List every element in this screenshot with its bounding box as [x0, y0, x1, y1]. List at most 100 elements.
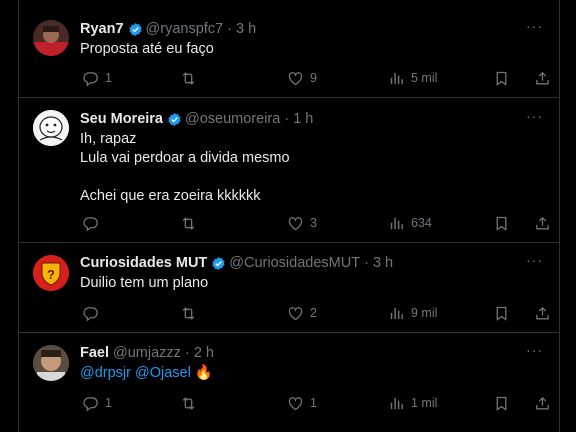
author-handle[interactable]: @CuriosidadesMUT — [229, 255, 360, 271]
avatar-image — [33, 20, 69, 56]
author-name[interactable]: Ryan7 — [80, 21, 124, 37]
tweet-text: @drpsjr @Ojasel 🔥 — [80, 364, 213, 383]
share-button[interactable] — [534, 213, 551, 233]
views-icon — [388, 70, 405, 87]
mention-link[interactable]: @drpsjr — [80, 365, 131, 381]
author-name[interactable]: Curiosidades MUT — [80, 255, 207, 271]
verified-badge-icon — [167, 112, 182, 127]
reply-button[interactable] — [82, 213, 99, 233]
avatar[interactable] — [33, 20, 69, 56]
tweet[interactable]: ? Curiosidades MUT @CuriosidadesMUT · 3 … — [19, 243, 559, 333]
timeline-feed: Ryan7 @ryanspfc7 · 3 h ··· Proposta até … — [18, 0, 560, 432]
share-icon — [534, 70, 551, 87]
avatar-image — [33, 110, 69, 146]
retweet-icon — [180, 305, 197, 322]
separator-dot: · — [223, 21, 237, 37]
views-button[interactable]: 9 mil — [388, 303, 437, 323]
like-button[interactable]: 2 — [287, 303, 317, 323]
tweet-time[interactable]: 3 h — [373, 255, 393, 271]
retweet-button[interactable] — [180, 393, 197, 413]
bookmark-icon — [493, 215, 510, 232]
share-icon — [534, 305, 551, 322]
bookmark-button[interactable] — [493, 213, 510, 233]
view-count: 9 mil — [411, 306, 438, 320]
bookmark-icon — [493, 70, 510, 87]
like-count: 1 — [310, 396, 317, 410]
reply-icon — [82, 305, 99, 322]
views-button[interactable]: 1 mil — [388, 393, 437, 413]
like-button[interactable]: 1 — [287, 393, 317, 413]
bookmark-button[interactable] — [493, 303, 510, 323]
bookmark-button[interactable] — [493, 393, 510, 413]
more-icon[interactable]: ··· — [526, 108, 543, 124]
view-count: 634 — [411, 216, 432, 230]
reply-button[interactable]: 1 — [82, 393, 112, 413]
share-button[interactable] — [534, 68, 551, 88]
tweet-actions: 1 9 5 mil — [74, 68, 554, 88]
bookmark-icon — [493, 305, 510, 322]
share-icon — [534, 215, 551, 232]
retweet-button[interactable] — [180, 213, 197, 233]
like-icon — [287, 215, 304, 232]
views-icon — [388, 305, 405, 322]
author-name[interactable]: Seu Moreira — [80, 111, 163, 127]
tweet[interactable]: Fael @umjazzz · 2 h ··· @drpsjr @Ojasel … — [19, 333, 559, 432]
like-count: 2 — [310, 306, 317, 320]
avatar[interactable] — [33, 345, 69, 381]
retweet-button[interactable] — [180, 303, 197, 323]
tweet-text: Ih, rapaz Lula vai perdoar a divida mesm… — [80, 131, 290, 204]
reply-icon — [82, 70, 99, 87]
avatar-image — [33, 345, 69, 381]
share-button[interactable] — [534, 393, 551, 413]
reply-count: 1 — [105, 396, 112, 410]
tweet-time[interactable]: 3 h — [236, 21, 256, 37]
bookmark-icon — [493, 395, 510, 412]
views-icon — [388, 395, 405, 412]
tweet-actions: 3 634 — [74, 213, 554, 233]
retweet-icon — [180, 395, 197, 412]
tweet-text: Duilio tem um plano — [80, 275, 209, 291]
reply-button[interactable] — [82, 303, 99, 323]
bookmark-button[interactable] — [493, 68, 510, 88]
views-button[interactable]: 5 mil — [388, 68, 437, 88]
tweet[interactable]: Ryan7 @ryanspfc7 · 3 h ··· Proposta até … — [19, 0, 559, 98]
verified-badge-icon — [128, 22, 143, 37]
svg-text:?: ? — [47, 267, 55, 282]
author-handle[interactable]: @ryanspfc7 — [146, 21, 224, 37]
like-count: 3 — [310, 216, 317, 230]
views-icon — [388, 215, 405, 232]
like-icon — [287, 395, 304, 412]
author-handle[interactable]: @oseumoreira — [185, 111, 280, 127]
separator-dot: · — [180, 345, 194, 361]
view-count: 5 mil — [411, 71, 438, 85]
mention-link[interactable]: @Ojasel — [135, 365, 191, 381]
separator-dot: · — [360, 255, 373, 271]
fire-emoji: 🔥 — [194, 365, 213, 381]
author-name[interactable]: Fael — [80, 345, 109, 361]
more-icon[interactable]: ··· — [526, 342, 543, 358]
retweet-icon — [180, 215, 197, 232]
avatar-image: ? — [33, 255, 69, 291]
view-count: 1 mil — [411, 396, 438, 410]
separator-dot: · — [280, 111, 294, 127]
tweet-time[interactable]: 2 h — [194, 345, 214, 361]
avatar[interactable] — [33, 110, 69, 146]
tweet-text: Proposta até eu faço — [80, 41, 214, 57]
retweet-button[interactable] — [180, 68, 197, 88]
author-handle[interactable]: @umjazzz — [113, 345, 181, 361]
share-button[interactable] — [534, 303, 551, 323]
reply-icon — [82, 395, 99, 412]
tweet-time[interactable]: 1 h — [293, 111, 313, 127]
tweet[interactable]: Seu Moreira @oseumoreira · 1 h ··· Ih, r… — [19, 98, 559, 243]
like-icon — [287, 70, 304, 87]
tweet-actions: 1 1 1 mil — [74, 393, 554, 413]
more-icon[interactable]: ··· — [526, 252, 543, 268]
views-button[interactable]: 634 — [388, 213, 432, 233]
share-icon — [534, 395, 551, 412]
like-button[interactable]: 9 — [287, 68, 317, 88]
like-button[interactable]: 3 — [287, 213, 317, 233]
like-icon — [287, 305, 304, 322]
avatar[interactable]: ? — [33, 255, 69, 291]
more-icon[interactable]: ··· — [526, 18, 543, 34]
reply-button[interactable]: 1 — [82, 68, 112, 88]
